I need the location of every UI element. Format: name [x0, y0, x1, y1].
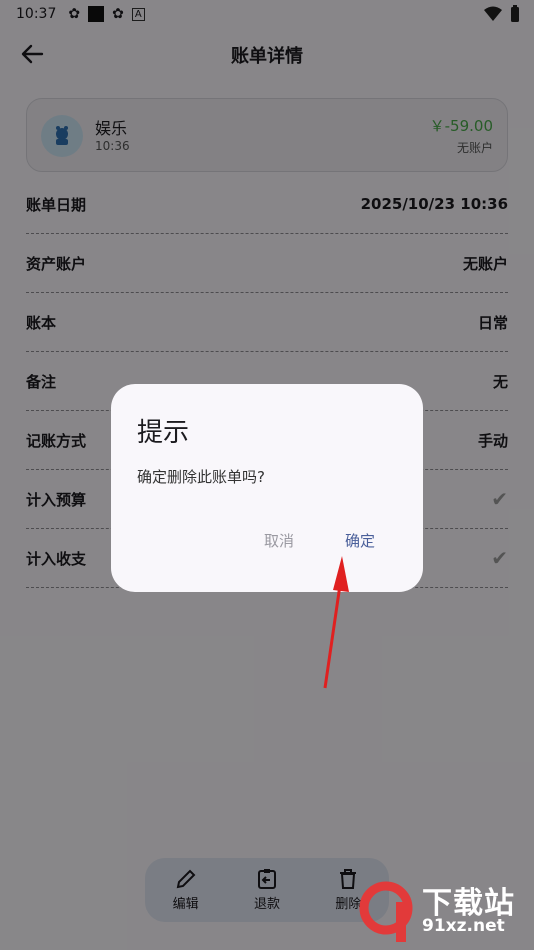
watermark-logo — [359, 881, 413, 942]
watermark: 下载站 91xz.net — [358, 878, 528, 944]
watermark-site: 91xz.net — [422, 916, 505, 936]
annotation-arrow — [323, 556, 349, 689]
